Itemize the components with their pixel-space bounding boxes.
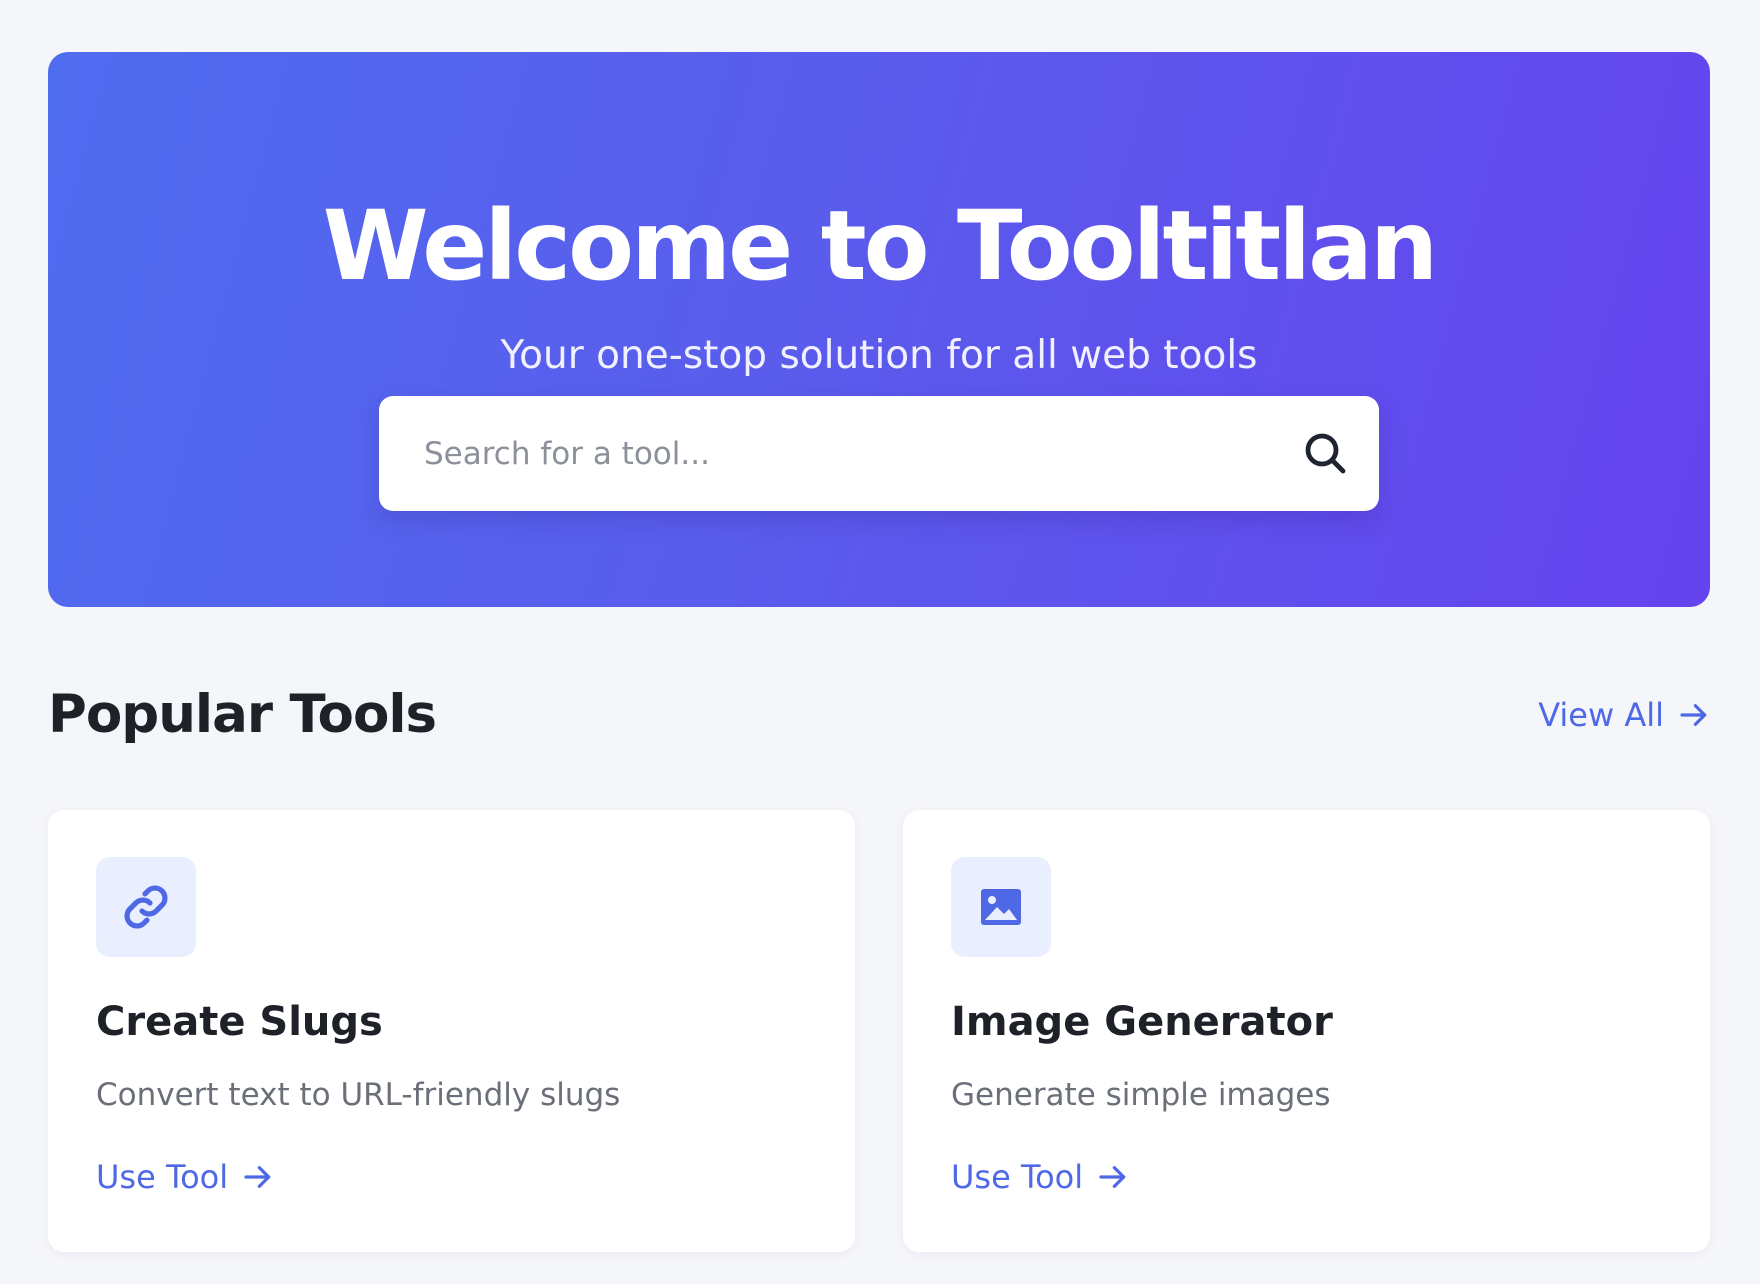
tool-card-title: Image Generator [951,999,1333,1045]
tool-card-create-slugs[interactable]: Create Slugs Convert text to URL-friendl… [48,810,855,1252]
view-all-link[interactable]: View All [1538,692,1710,738]
page: Welcome to Tooltitlan Your one-stop solu… [0,0,1760,1284]
search-bar[interactable] [379,396,1379,511]
view-all-label: View All [1538,696,1664,734]
search-icon[interactable] [1301,429,1349,477]
tool-icon-tile [96,857,196,957]
use-tool-label: Use Tool [96,1158,229,1196]
tool-card-image-generator[interactable]: Image Generator Generate simple images U… [903,810,1710,1252]
hero-banner: Welcome to Tooltitlan Your one-stop solu… [48,52,1710,607]
tool-card-title: Create Slugs [96,999,383,1045]
use-tool-link[interactable]: Use Tool [951,1155,1129,1199]
arrow-right-icon [1099,1166,1126,1188]
link-icon [124,885,168,929]
use-tool-link[interactable]: Use Tool [96,1155,274,1199]
hero-title: Welcome to Tooltitlan [322,190,1438,302]
tool-card-description: Generate simple images [951,1077,1331,1113]
section-title-popular-tools: Popular Tools [48,684,437,745]
arrow-right-icon [244,1166,271,1188]
arrow-right-icon [1680,704,1707,726]
use-tool-label: Use Tool [951,1158,1084,1196]
search-input[interactable] [424,396,1244,511]
hero-subtitle: Your one-stop solution for all web tools [500,333,1258,378]
image-icon [981,889,1021,925]
tool-icon-tile [951,857,1051,957]
tool-card-description: Convert text to URL-friendly slugs [96,1077,621,1113]
